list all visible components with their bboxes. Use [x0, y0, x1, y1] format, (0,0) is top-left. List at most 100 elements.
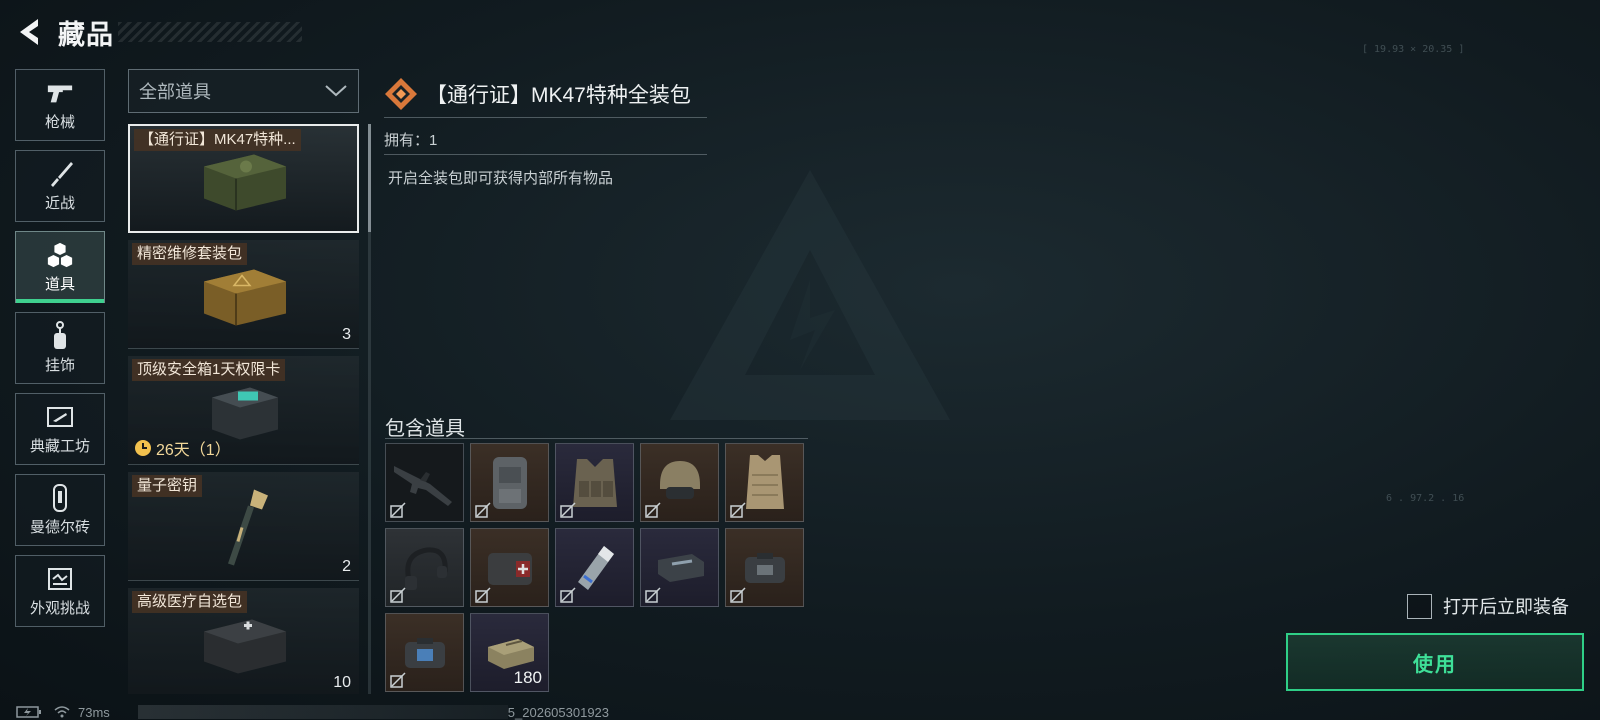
medkit-icon	[487, 552, 532, 585]
detail-item-name: 【通行证】MK47特种全装包	[426, 83, 691, 107]
content-slot[interactable]	[640, 443, 719, 522]
content-slot[interactable]	[470, 443, 549, 522]
clock-icon	[135, 440, 151, 456]
rarity-diamond-icon	[385, 77, 417, 110]
unbound-flag-icon	[390, 502, 406, 518]
unbound-flag-icon	[645, 502, 661, 518]
injector-icon	[577, 545, 614, 590]
helmet-repair-icon	[404, 637, 445, 668]
category-label: 枪械	[44, 113, 75, 131]
repair-kit-icon	[657, 553, 704, 582]
list-item[interactable]: 精密维修套装包 3	[128, 240, 359, 349]
status-bar: 73ms 5_202605301923	[16, 704, 609, 720]
back-button[interactable]	[14, 14, 44, 50]
charm-icon	[46, 320, 74, 350]
category-nav: 枪械 近战 道具 挂饰 典藏工坊 曼德尔砖 外观挑战	[15, 69, 106, 636]
unbound-flag-icon	[475, 587, 491, 603]
category-guns[interactable]: 枪械	[15, 69, 105, 141]
category-workshop[interactable]: 典藏工坊	[15, 393, 105, 465]
list-item[interactable]: 顶级安全箱1天权限卡 26天（1）	[128, 356, 359, 465]
list-item[interactable]: 【通行证】MK47特种...	[128, 124, 359, 233]
category-label: 道具	[44, 275, 75, 293]
equip-label: 打开后立即装备	[1443, 597, 1569, 617]
unbound-flag-icon	[475, 502, 491, 518]
content-slot[interactable]	[385, 613, 464, 692]
item-timer: 26天（1）	[134, 436, 231, 460]
key-image	[214, 486, 274, 577]
wifi-icon	[54, 706, 70, 718]
category-label: 曼德尔砖	[29, 518, 90, 536]
category-label: 典藏工坊	[29, 437, 90, 455]
category-charms[interactable]: 挂饰	[15, 312, 105, 384]
content-slot[interactable]	[470, 528, 549, 607]
contents-title: 包含道具	[385, 418, 465, 440]
category-brick[interactable]: 曼德尔砖	[15, 474, 105, 546]
item-filter-dropdown[interactable]: 全部道具	[128, 69, 359, 113]
contents-grid: 180	[385, 443, 815, 692]
scrollbar-thumb[interactable]	[368, 124, 371, 232]
item-name: 高级医疗自选包	[132, 591, 248, 613]
body-armor-icon	[745, 454, 784, 509]
category-challenge[interactable]: 外观挑战	[15, 555, 105, 627]
equip-after-open-toggle[interactable]: 打开后立即装备	[1407, 593, 1569, 619]
category-label: 挂饰	[44, 356, 75, 374]
item-count: 2	[342, 558, 351, 575]
unbound-flag-icon	[390, 587, 406, 603]
armor-repair-icon	[744, 552, 785, 583]
item-name: 【通行证】MK47特种...	[134, 129, 301, 151]
unbound-flag-icon	[560, 587, 576, 603]
content-slot[interactable]	[725, 528, 804, 607]
item-name: 顶级安全箱1天权限卡	[132, 359, 286, 381]
content-slot[interactable]	[385, 528, 464, 607]
unbound-flag-icon	[730, 502, 746, 518]
cubes-icon	[46, 241, 74, 269]
blurred-id	[137, 705, 508, 719]
category-label: 近战	[44, 194, 75, 212]
item-name: 精密维修套装包	[132, 243, 248, 265]
rifle-icon	[393, 465, 452, 506]
background-logo	[670, 170, 950, 420]
category-label: 外观挑战	[29, 599, 90, 617]
item-description: 开启全装包即可获得内部所有物品	[388, 170, 614, 187]
medical-case-image	[194, 610, 294, 685]
build-text: 5_202605301923	[507, 704, 610, 720]
item-count: 3	[342, 326, 351, 343]
header: 藏品	[14, 14, 114, 50]
content-slot[interactable]	[725, 443, 804, 522]
detail-header: 【通行证】MK47特种全装包	[384, 70, 707, 118]
list-item[interactable]: 高级医疗自选包 10	[128, 588, 359, 694]
unbound-flag-icon	[645, 587, 661, 603]
unbound-flag-icon	[560, 502, 576, 518]
chevron-down-icon	[325, 85, 347, 97]
use-button[interactable]: 使用	[1286, 633, 1584, 691]
backpack-icon	[492, 456, 527, 509]
battery-icon	[16, 706, 41, 718]
content-slot[interactable]	[555, 443, 634, 522]
unbound-flag-icon	[390, 672, 406, 688]
content-slot[interactable]: 180	[470, 613, 549, 692]
challenge-icon	[46, 565, 74, 593]
crate-image	[194, 262, 294, 337]
item-list: 【通行证】MK47特种... 精密维修套装包 3 顶级安全箱1天权限卡 26天（…	[128, 124, 359, 694]
item-count: 10	[333, 674, 351, 691]
content-slot[interactable]	[555, 528, 634, 607]
knife-icon	[46, 160, 74, 188]
category-items[interactable]: 道具	[15, 231, 105, 303]
title-decoration	[118, 22, 302, 42]
item-name: 量子密钥	[132, 475, 203, 497]
crate-image	[194, 146, 294, 221]
brick-icon	[46, 483, 74, 512]
back-arrow-icon	[20, 19, 38, 45]
category-melee[interactable]: 近战	[15, 150, 105, 222]
hud-readout: 6 . 97.2 . 16	[1386, 493, 1465, 504]
timer-text: 26天（1）	[156, 442, 231, 459]
list-item[interactable]: 量子密钥 2	[128, 472, 359, 581]
filter-label: 全部道具	[139, 82, 211, 102]
hud-coords: [ 19.93 × 20.35 ]	[1362, 44, 1465, 55]
owned-count: 拥有：1	[384, 125, 707, 155]
slot-count: 180	[513, 668, 542, 687]
divider	[385, 438, 808, 439]
equip-checkbox[interactable]	[1407, 593, 1432, 619]
content-slot[interactable]	[385, 443, 464, 522]
content-slot[interactable]	[640, 528, 719, 607]
